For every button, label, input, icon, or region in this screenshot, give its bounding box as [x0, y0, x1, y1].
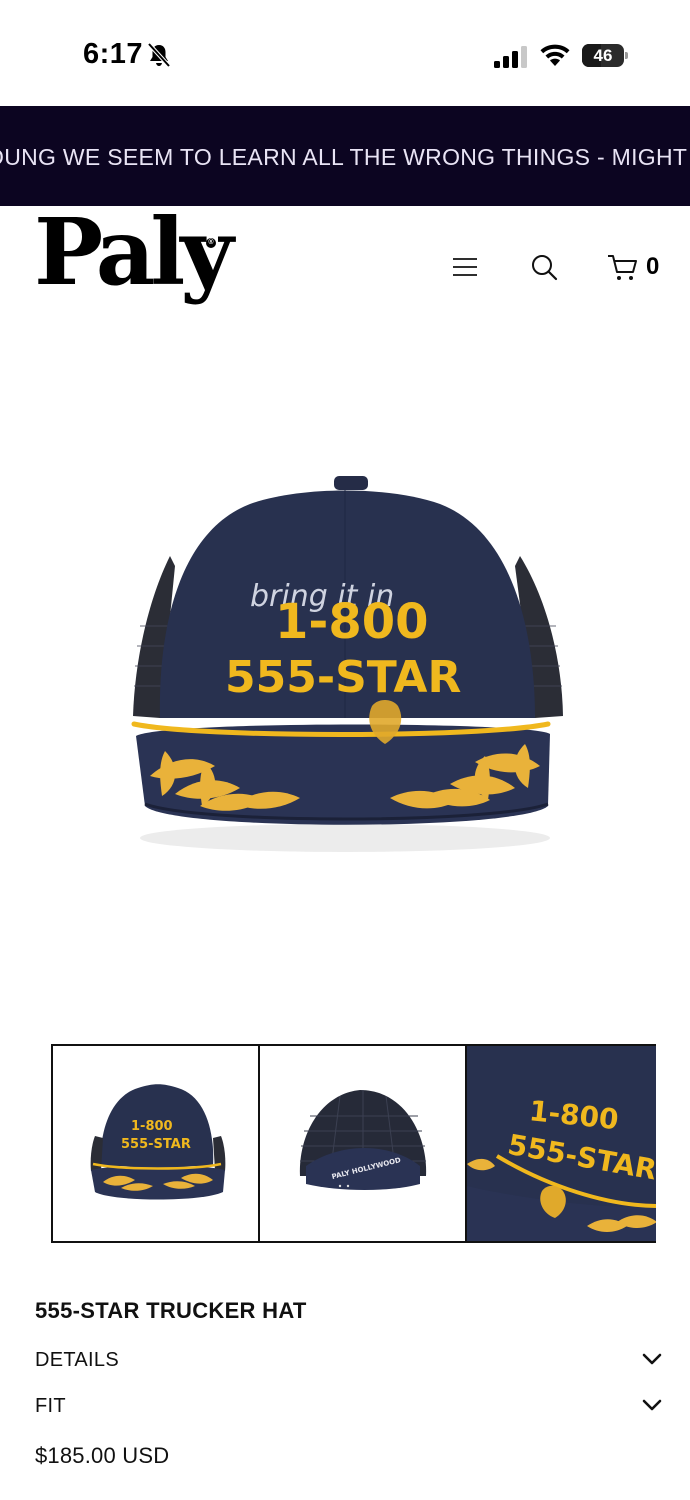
- thumbnail-back[interactable]: PALY HOLLYWOOD: [258, 1044, 467, 1243]
- hamburger-menu-icon: [453, 258, 477, 276]
- accordion-fit-label: FIT: [35, 1395, 66, 1417]
- battery-icon: 46: [582, 44, 628, 67]
- search-icon: [532, 255, 558, 281]
- cart-button[interactable]: 0: [606, 250, 666, 284]
- hat-line-1-text: 1-800: [275, 594, 429, 650]
- hat-detail-thumbnail-image: 1-800 555-STAR: [467, 1046, 656, 1241]
- hat-line-2-text: 555-STAR: [225, 652, 461, 703]
- product-main-image[interactable]: bring it in 1-800 555-STAR: [0, 326, 690, 1026]
- thumbnail-gallery: 1-800 555-STAR PALY HOLLYWOOD 1-800 555-…: [51, 1044, 656, 1243]
- product-price: $185.00 USD: [35, 1443, 170, 1468]
- accordion-details-label: DETAILS: [35, 1349, 119, 1371]
- hat-back-thumbnail-image: PALY HOLLYWOOD: [299, 1090, 427, 1190]
- accordion-details[interactable]: DETAILS: [35, 1342, 665, 1378]
- announcement-text: OUNG WE SEEM TO LEARN ALL THE WRONG THIN…: [0, 144, 688, 170]
- hat-front-thumbnail-image: 1-800 555-STAR: [90, 1084, 226, 1200]
- menu-button[interactable]: [449, 254, 481, 280]
- thumbnail-front[interactable]: 1-800 555-STAR: [51, 1044, 260, 1243]
- site-header: Paly ® 0: [0, 206, 690, 326]
- search-button[interactable]: [528, 252, 560, 284]
- accordion-fit[interactable]: FIT: [35, 1388, 665, 1424]
- announcement-bar: OUNG WE SEEM TO LEARN ALL THE WRONG THIN…: [0, 106, 690, 206]
- battery-cap: [625, 52, 628, 59]
- registered-mark: ®: [206, 238, 216, 248]
- thumbnail-detail[interactable]: 1-800 555-STAR: [465, 1044, 656, 1243]
- cellular-signal-icon: [494, 46, 527, 68]
- thumb-front-line-1: 1-800: [131, 1119, 173, 1134]
- trucker-hat-front-image: bring it in 1-800 555-STAR: [131, 476, 563, 852]
- cart-count: 0: [646, 253, 660, 280]
- thumb-front-line-2: 555-STAR: [121, 1137, 191, 1152]
- paly-logo[interactable]: Paly: [34, 206, 234, 298]
- wifi-icon: [540, 44, 570, 66]
- chevron-down-icon: [642, 1353, 662, 1365]
- chevron-down-icon: [642, 1399, 662, 1411]
- status-time: 6:17: [83, 38, 144, 70]
- battery-level: 46: [593, 46, 613, 65]
- cart-icon: [608, 255, 637, 280]
- status-bar: 6:17 46: [0, 0, 690, 106]
- bell-slash-icon: [147, 42, 171, 68]
- product-title: 555-STAR TRUCKER HAT: [35, 1298, 307, 1323]
